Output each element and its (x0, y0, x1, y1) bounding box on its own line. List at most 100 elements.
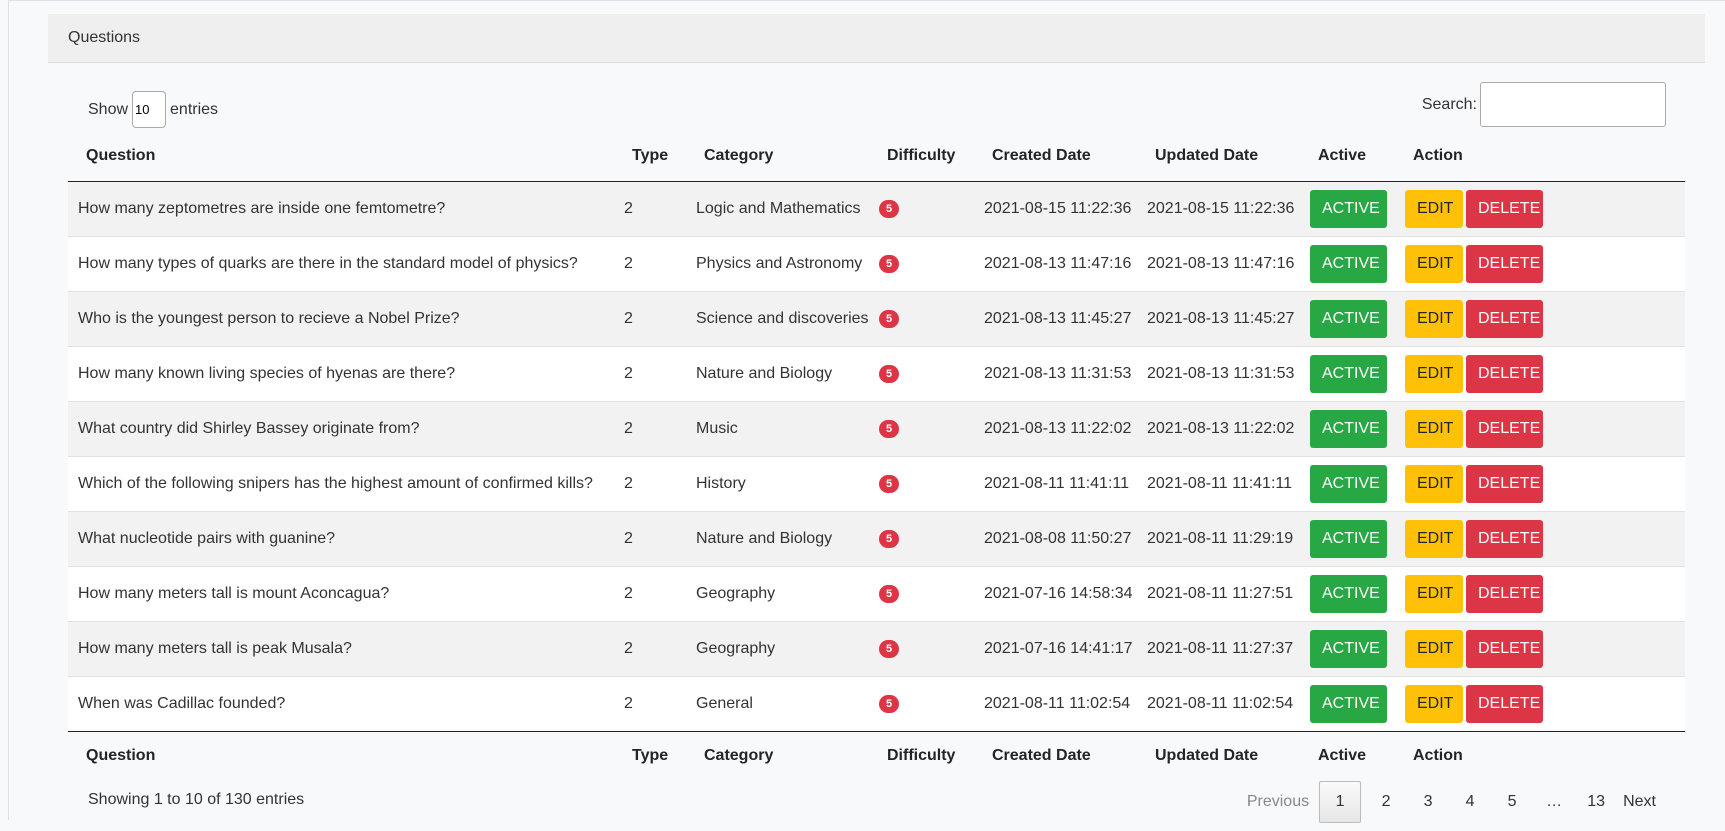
column-footer-difficulty[interactable]: Difficulty (869, 730, 974, 781)
delete-button[interactable]: DELETE (1466, 574, 1543, 613)
type-cell: 2 (614, 510, 686, 566)
table-row: What nucleotide pairs with guanine? 2 Natu… (68, 510, 1685, 566)
active-button[interactable]: ACTIVE (1310, 244, 1387, 283)
updated-date-cell: 2021-08-11 11:41:11 (1137, 455, 1300, 511)
edit-button[interactable]: EDIT (1405, 244, 1463, 283)
page-button-3[interactable]: 3 (1407, 781, 1449, 823)
question-cell: What nucleotide pairs with guanine? (68, 510, 614, 566)
column-header-updated-date[interactable]: Updated Date (1137, 131, 1300, 182)
active-button[interactable]: ACTIVE (1310, 519, 1387, 558)
delete-button[interactable]: DELETE (1466, 189, 1543, 228)
table-row: How many meters tall is peak Musala? 2 Geo… (68, 620, 1685, 676)
active-button[interactable]: ACTIVE (1310, 299, 1387, 338)
search-control: Search: (1422, 82, 1666, 127)
difficulty-badge: 5 (879, 420, 899, 438)
created-date-cell: 2021-08-13 11:22:02 (974, 400, 1137, 456)
column-header-category[interactable]: Category (686, 131, 869, 182)
delete-button[interactable]: DELETE (1466, 629, 1543, 668)
column-header-question[interactable]: Question (68, 131, 614, 182)
column-footer-category[interactable]: Category (686, 730, 869, 781)
table-row: How many known living species of hyenas … (68, 345, 1685, 401)
page-button-5[interactable]: 5 (1491, 781, 1533, 823)
active-button[interactable]: ACTIVE (1310, 629, 1387, 668)
type-cell: 2 (624, 199, 633, 217)
page-button-4[interactable]: 4 (1449, 781, 1491, 823)
column-header-active[interactable]: Active (1300, 131, 1395, 182)
category-cell: General (686, 675, 869, 731)
type-cell: 2 (614, 620, 686, 676)
edit-button[interactable]: EDIT (1405, 464, 1463, 503)
action-cell: EDIT DELETE (1395, 235, 1685, 291)
category-cell: Nature and Biology (686, 510, 869, 566)
question-cell: How many meters tall is peak Musala? (68, 620, 614, 676)
edit-button[interactable]: EDIT (1405, 189, 1463, 228)
delete-button[interactable]: DELETE (1466, 519, 1543, 558)
delete-button[interactable]: DELETE (1466, 299, 1543, 338)
active-button[interactable]: ACTIVE (1310, 189, 1387, 228)
question-cell: Which of the following snipers has the h… (68, 455, 614, 511)
search-input[interactable] (1480, 82, 1666, 127)
action-cell: EDIT DELETE (1395, 675, 1685, 731)
delete-button[interactable]: DELETE (1466, 464, 1543, 503)
edit-button[interactable]: EDIT (1405, 574, 1463, 613)
column-footer-question[interactable]: Question (68, 730, 614, 781)
table-footer: Question Type Category Difficulty Created Da… (68, 730, 1685, 781)
active-cell: ACTIVE (1300, 565, 1395, 621)
difficulty-badge: 5 (879, 310, 899, 328)
difficulty-badge: 5 (879, 695, 899, 713)
category-cell: History (686, 455, 869, 511)
show-label: Show (88, 100, 129, 118)
difficulty-cell: 5 (869, 181, 974, 236)
active-button[interactable]: ACTIVE (1310, 464, 1387, 503)
column-header-action[interactable]: Action (1395, 131, 1685, 182)
active-cell: ACTIVE (1300, 510, 1395, 566)
table-header: Question Type Category Difficulty Created Da… (68, 131, 1685, 182)
column-footer-created-date[interactable]: Created Date (974, 730, 1137, 781)
questions-card: Questions Show 10 entries Search: Questi… (48, 14, 1705, 823)
delete-button[interactable]: DELETE (1466, 354, 1543, 393)
page-button-1[interactable]: 1 (1319, 781, 1362, 823)
page-button-13[interactable]: 13 (1575, 781, 1617, 823)
type-cell: 2 (614, 675, 686, 731)
delete-button[interactable]: DELETE (1466, 244, 1543, 283)
column-header-created-date[interactable]: Created Date (974, 131, 1137, 182)
edit-button[interactable]: EDIT (1405, 354, 1463, 393)
table-footer-controls: Showing 1 to 10 of 130 entries Previous 1… (68, 781, 1685, 831)
previous-button[interactable]: Previous (1241, 781, 1315, 823)
created-date-cell: 2021-07-16 14:58:34 (974, 565, 1137, 621)
edit-button[interactable]: EDIT (1405, 409, 1463, 448)
updated-date-cell: 2021-08-11 11:27:37 (1137, 620, 1300, 676)
edit-button[interactable]: EDIT (1405, 629, 1463, 668)
edit-button[interactable]: EDIT (1405, 684, 1463, 723)
active-button[interactable]: ACTIVE (1310, 574, 1387, 613)
column-header-type[interactable]: Type (614, 131, 686, 182)
active-button[interactable]: ACTIVE (1310, 409, 1387, 448)
action-cell: EDIT DELETE (1395, 620, 1685, 676)
active-button[interactable]: ACTIVE (1310, 684, 1387, 723)
updated-date-cell: 2021-08-11 11:27:51 (1137, 565, 1300, 621)
edit-button[interactable]: EDIT (1405, 299, 1463, 338)
table-body: How many zeptometres are inside one femt… (68, 181, 1685, 731)
page-button-2[interactable]: 2 (1365, 781, 1407, 823)
column-footer-action[interactable]: Action (1395, 730, 1685, 781)
active-button[interactable]: ACTIVE (1310, 354, 1387, 393)
difficulty-badge: 5 (879, 255, 899, 273)
column-header-difficulty[interactable]: Difficulty (869, 131, 974, 182)
delete-button[interactable]: DELETE (1466, 409, 1543, 448)
active-cell: ACTIVE (1300, 620, 1395, 676)
entries-per-page-select[interactable]: 10 (132, 91, 167, 128)
table-info: Showing 1 to 10 of 130 entries (88, 791, 305, 808)
column-footer-updated-date[interactable]: Updated Date (1137, 730, 1300, 781)
table-row: How many types of quarks are there in th… (68, 235, 1685, 291)
question-cell: How many meters tall is mount Aconcagua? (68, 565, 614, 621)
delete-button[interactable]: DELETE (1466, 684, 1543, 723)
difficulty-badge: 5 (879, 585, 899, 603)
difficulty-cell: 5 (869, 235, 974, 291)
table-row: Which of the following snipers has the h… (68, 455, 1685, 511)
created-date-cell: 2021-08-13 11:31:53 (974, 345, 1137, 401)
column-footer-active[interactable]: Active (1300, 730, 1395, 781)
edit-button[interactable]: EDIT (1405, 519, 1463, 558)
next-button[interactable]: Next (1617, 781, 1662, 823)
column-footer-type[interactable]: Type (614, 730, 686, 781)
updated-date-cell: 2021-08-13 11:47:16 (1137, 235, 1300, 291)
